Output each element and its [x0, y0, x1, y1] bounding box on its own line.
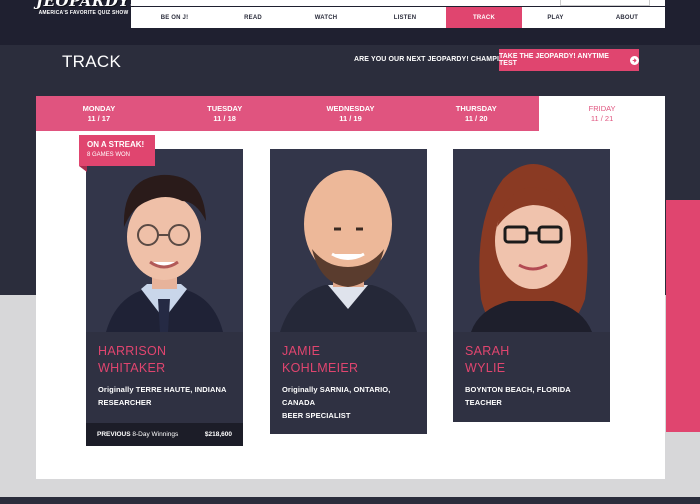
contestant-origin: Originally SARNIA, ONTARIO, — [282, 383, 390, 396]
contestant-occupation: BEER SPECIALIST — [282, 411, 351, 420]
contestant-name: HARRISON WHITAKER — [98, 343, 166, 377]
streak-badge: ON A STREAK! 8 GAMES WON — [79, 135, 155, 166]
tab-date-label: 11 / 20 — [465, 114, 488, 123]
tab-date-label: 11 / 18 — [213, 114, 236, 123]
tab-day-label: WEDNESDAY — [326, 104, 375, 113]
previous-label: PREVIOUS 8-Day Winnings — [97, 431, 178, 438]
track-panel: MONDAY 11 / 17 TUESDAY 11 / 18 WEDNESDAY… — [36, 96, 665, 479]
contestant-origin: Originally TERRE HAUTE, INDIANA — [98, 385, 227, 394]
nav-item-track[interactable]: TRACK — [446, 7, 522, 28]
logo-tagline: AMERICA'S FAVORITE QUIZ SHOW — [38, 10, 129, 16]
contestant-photo — [86, 149, 243, 332]
contestant-occupation: TEACHER — [465, 398, 502, 407]
previous-amount: $218,600 — [204, 431, 232, 438]
arrow-right-circle-icon — [630, 55, 639, 65]
last-name: WYLIE — [465, 361, 506, 375]
streak-games: 8 GAMES WON — [87, 152, 131, 158]
nav-item-listen[interactable]: LISTEN — [364, 7, 446, 28]
anytime-test-label: TAKE THE JEOPARDY! ANYTIME TEST — [499, 53, 609, 67]
footer-strip — [0, 497, 700, 504]
tab-day-label: FRIDAY — [588, 104, 616, 113]
tab-tuesday[interactable]: TUESDAY 11 / 18 — [161, 96, 288, 131]
previous-label-text: PREVIOUS — [97, 431, 131, 438]
tab-wednesday[interactable]: WEDNESDAY 11 / 19 — [287, 96, 414, 131]
nav-item-read[interactable]: READ — [218, 7, 288, 28]
nav-item-be-on-j[interactable]: BE ON J! — [131, 7, 218, 28]
anytime-test-button[interactable]: TAKE THE JEOPARDY! ANYTIME TEST — [499, 49, 639, 71]
contestant-origin-cont: CANADA — [282, 398, 316, 407]
tab-date-label: 11 / 17 — [87, 114, 111, 123]
tab-date-label: 11 / 19 — [339, 114, 362, 123]
main-nav: BE ON J! READ WATCH LISTEN TRACK PLAY AB… — [131, 7, 665, 28]
first-name: HARRISON — [98, 344, 167, 358]
first-name: JAMIE — [282, 344, 321, 358]
previous-detail: 8-Day Winnings — [132, 431, 179, 438]
cta-question: ARE YOU OUR NEXT JEOPARDY! CHAMPION? — [354, 56, 515, 63]
contestant-name: JAMIE KOHLMEIER — [282, 343, 358, 377]
tab-day-label: MONDAY — [82, 104, 116, 113]
last-name: WHITAKER — [98, 361, 166, 375]
contestant-card-jamie[interactable]: JAMIE KOHLMEIER Originally SARNIA, ONTAR… — [270, 149, 427, 434]
nav-item-play[interactable]: PLAY — [522, 7, 589, 28]
logo-title: JEOPARDY! — [36, 0, 137, 10]
search-box[interactable] — [560, 0, 650, 6]
tab-monday[interactable]: MONDAY 11 / 17 — [36, 96, 162, 131]
last-name: KOHLMEIER — [282, 361, 359, 375]
contestant-origin: BOYNTON BEACH, FLORIDA — [465, 385, 571, 394]
tab-thursday[interactable]: THURSDAY 11 / 20 — [413, 96, 540, 131]
page-title: TRACK — [62, 52, 122, 71]
contestant-card-harrison[interactable]: HARRISON WHITAKER Originally TERRE HAUTE… — [86, 149, 243, 446]
tab-day-label: THURSDAY — [455, 104, 497, 113]
tab-date-label: 11 / 21 — [590, 114, 614, 123]
contestant-name: SARAH WYLIE — [465, 343, 510, 377]
contestant-photo — [270, 149, 427, 332]
contestant-photo — [453, 149, 610, 332]
day-tabs: MONDAY 11 / 17 TUESDAY 11 / 18 WEDNESDAY… — [36, 96, 665, 131]
nav-item-about[interactable]: ABOUT — [589, 7, 665, 28]
decorative-accent-bar — [666, 200, 700, 432]
previous-winnings-bar: PREVIOUS 8-Day Winnings $218,600 — [86, 423, 243, 446]
origin-line-1: Originally SARNIA, ONTARIO, — [282, 385, 391, 394]
contestant-card-sarah[interactable]: SARAH WYLIE BOYNTON BEACH, FLORIDA TEACH… — [453, 149, 610, 422]
streak-label: ON A STREAK! — [87, 140, 145, 149]
contestant-occupation: RESEARCHER — [98, 398, 152, 407]
tab-friday[interactable]: FRIDAY 11 / 21 — [539, 96, 665, 131]
site-logo[interactable]: JEOPARDY! AMERICA'S FAVORITE QUIZ SHOW — [36, 0, 137, 22]
nav-item-watch[interactable]: WATCH — [288, 7, 364, 28]
streak-badge-fold — [79, 166, 87, 172]
first-name: SARAH — [465, 344, 510, 358]
tab-day-label: TUESDAY — [207, 104, 243, 113]
